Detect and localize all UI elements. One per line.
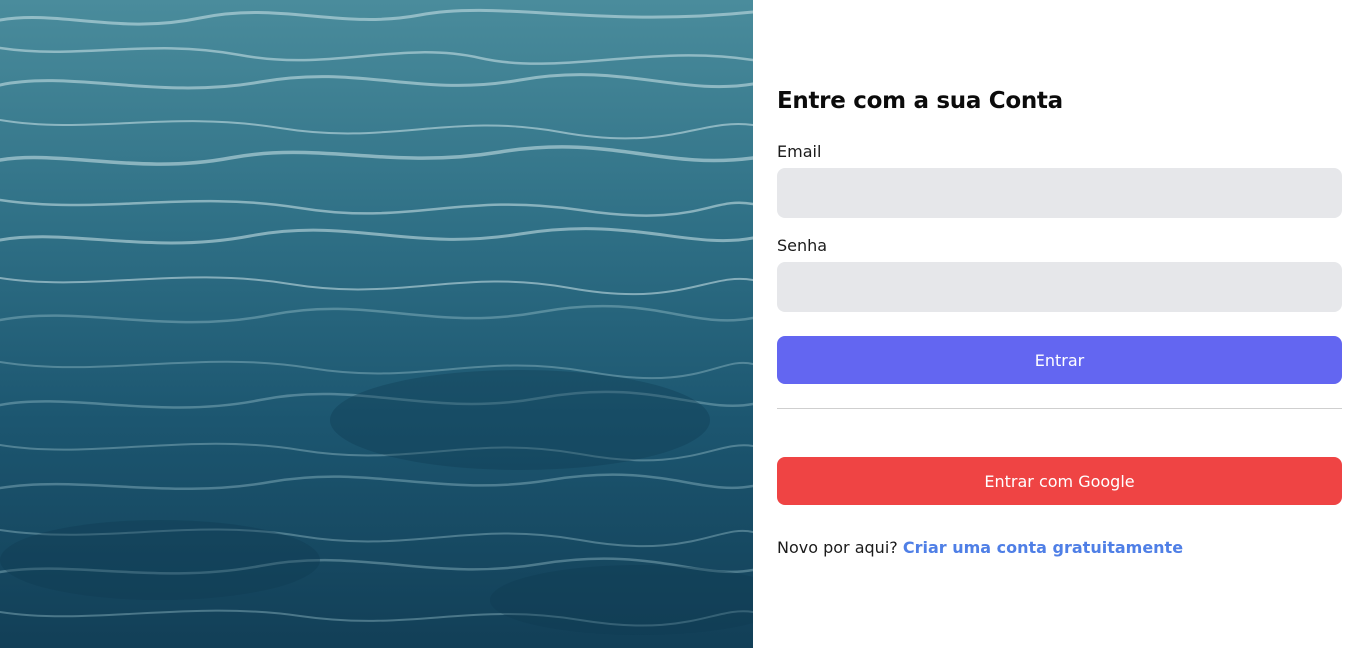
password-label: Senha <box>777 236 828 255</box>
page-title: Entre com a sua Conta <box>777 88 1063 114</box>
google-login-button[interactable]: Entrar com Google <box>777 457 1342 505</box>
login-button[interactable]: Entrar <box>777 336 1342 384</box>
login-page: Entre com a sua Conta Email Senha Entrar… <box>0 0 1366 648</box>
signup-link[interactable]: Criar uma conta gratuitamente <box>903 538 1183 557</box>
login-panel: Entre com a sua Conta Email Senha Entrar… <box>753 0 1366 648</box>
signup-prompt-text: Novo por aqui? <box>777 538 898 557</box>
email-field[interactable] <box>777 168 1342 218</box>
ocean-waves-photo <box>0 0 753 648</box>
signup-prompt: Novo por aqui? Criar uma conta gratuitam… <box>777 538 1183 557</box>
hero-image <box>0 0 753 648</box>
divider <box>777 408 1342 409</box>
password-field[interactable] <box>777 262 1342 312</box>
email-label: Email <box>777 142 822 161</box>
